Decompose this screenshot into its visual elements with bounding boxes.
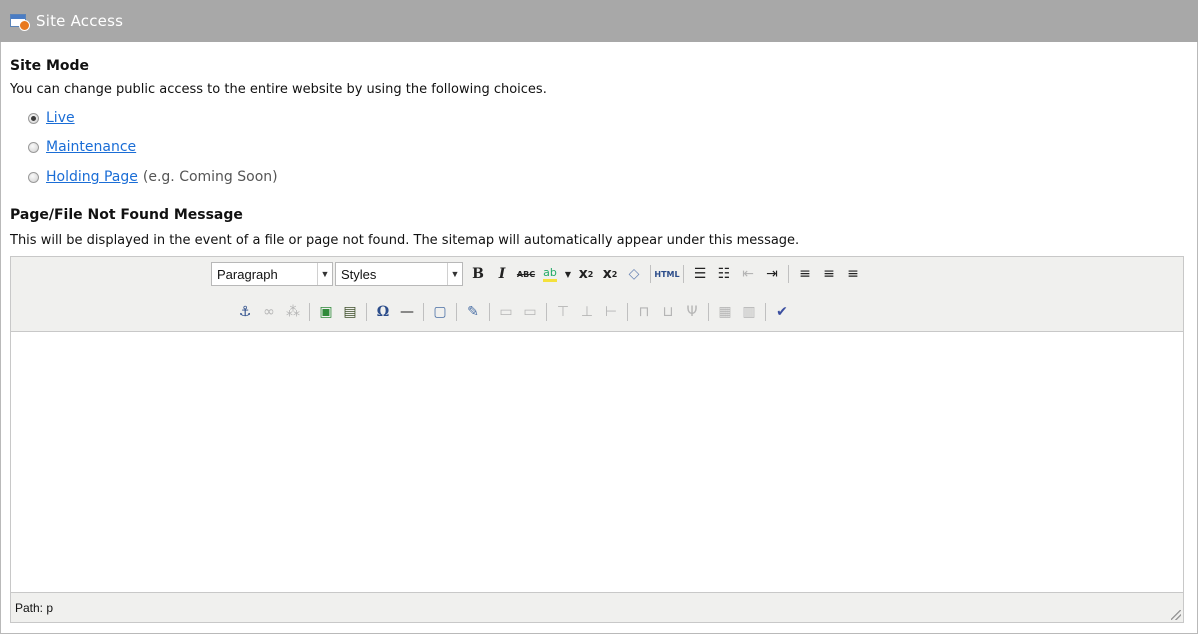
chevron-down-icon: ▼ [317,263,332,285]
align-right-icon[interactable]: ≡ [842,263,864,285]
editor-statusbar: Path: p [11,592,1183,622]
split-cells-icon[interactable]: ⊔ [657,301,679,323]
not-found-description: This will be displayed in the event of a… [10,233,800,248]
toolbar-separator [489,303,490,321]
edit-icon[interactable]: ✎ [462,301,484,323]
styles-select[interactable]: Styles ▼ [335,262,463,286]
panel-title: Site Access [36,12,124,30]
outdent-icon[interactable]: ⇤ [737,263,759,285]
insert-row-icon[interactable]: ⊤ [552,301,574,323]
indent-icon[interactable]: ⇥ [761,263,783,285]
italic-icon[interactable]: I [491,263,513,285]
toolbar-separator [627,303,628,321]
bold-icon[interactable]: B [467,263,489,285]
site-mode-heading: Site Mode [10,58,90,74]
editor-toolbar: Paragraph ▼ Styles ▼ B I ABC ab ▼ x2 x2 … [11,257,1183,332]
numbered-list-icon[interactable]: ☷ [713,263,735,285]
clear-format-icon[interactable]: ◇ [623,263,645,285]
radio-option-maintenance[interactable]: Maintenance [28,139,136,155]
align-center-icon[interactable]: ≡ [818,263,840,285]
holding-page-note: (e.g. Coming Soon) [142,169,278,185]
superscript-icon[interactable]: x2 [599,263,621,285]
radio-button-live[interactable] [28,112,39,124]
highlight-color-icon[interactable]: ab [539,263,561,285]
live-link[interactable]: Live [46,110,75,126]
table-icon[interactable]: ▦ [714,301,736,323]
radio-button-holding-page[interactable] [28,171,39,183]
toolbar-separator [788,265,789,283]
site-mode-description: You can change public access to the enti… [10,82,547,97]
cell-props-icon[interactable]: ▭ [519,301,541,323]
status-path: Path: p [15,600,54,615]
not-found-heading: Page/File Not Found Message [10,207,243,223]
delete-row-icon[interactable]: ⊥ [576,301,598,323]
link-icon[interactable]: ∞ [258,301,280,323]
toolbar-separator [765,303,766,321]
radio-option-holding-page[interactable]: Holding Page (e.g. Coming Soon) [28,169,278,185]
template-icon[interactable]: ▢ [429,301,451,323]
maintenance-link[interactable]: Maintenance [46,139,136,155]
toolbar-separator [366,303,367,321]
subscript-icon[interactable]: x2 [575,263,597,285]
holding-page-link[interactable]: Holding Page [46,169,138,185]
insert-col-icon[interactable]: ⊢ [600,301,622,323]
toolbar-separator [683,265,684,283]
rich-text-editor: Paragraph ▼ Styles ▼ B I ABC ab ▼ x2 x2 … [10,256,1184,623]
toolbar-separator [650,265,651,283]
toolbar-separator [423,303,424,321]
panel-header: Site Access [0,0,1198,42]
table-del-icon[interactable]: ▥ [738,301,760,323]
merge-cells-icon[interactable]: ⊓ [633,301,655,323]
toolbar-separator [309,303,310,321]
anchor-icon[interactable]: ⚓ [234,301,256,323]
format-select[interactable]: Paragraph ▼ [211,262,333,286]
spellcheck-icon[interactable]: ✔ [771,301,793,323]
image-icon[interactable]: ▣ [315,301,337,323]
chevron-down-icon: ▼ [447,263,462,285]
site-window-icon [10,12,30,31]
media-icon[interactable]: ▤ [339,301,361,323]
radio-button-maintenance[interactable] [28,141,39,153]
toolbar-separator [708,303,709,321]
resize-handle-icon[interactable] [1171,610,1181,620]
delete-col-icon[interactable]: Ψ [681,301,703,323]
chevron-down-icon[interactable]: ▼ [563,263,573,285]
format-select-value: Paragraph [217,266,278,282]
toolbar-row-1: Paragraph ▼ Styles ▼ B I ABC ab ▼ x2 x2 … [11,261,1183,287]
strikethrough-icon[interactable]: ABC [515,263,537,285]
editor-content-area[interactable] [11,332,1183,592]
horizontal-rule-icon[interactable]: — [396,301,418,323]
unlink-icon[interactable]: ⁂ [282,301,304,323]
special-char-icon[interactable]: Ω [372,301,394,323]
radio-option-live[interactable]: Live [28,110,75,126]
toolbar-separator [546,303,547,321]
toolbar-separator [456,303,457,321]
table-props-icon[interactable]: ▭ [495,301,517,323]
align-left-icon[interactable]: ≡ [794,263,816,285]
toolbar-row-2: ⚓ ∞ ⁂ ▣ ▤ Ω — ▢ ✎ ▭ ▭ ⊤ ⊥ ⊢ ⊓ ⊔ Ψ ▦ ▥ ✔ [11,299,1183,325]
html-source-icon[interactable]: HTML [654,263,679,285]
styles-select-value: Styles [341,266,377,282]
bullet-list-icon[interactable]: ☰ [689,263,711,285]
